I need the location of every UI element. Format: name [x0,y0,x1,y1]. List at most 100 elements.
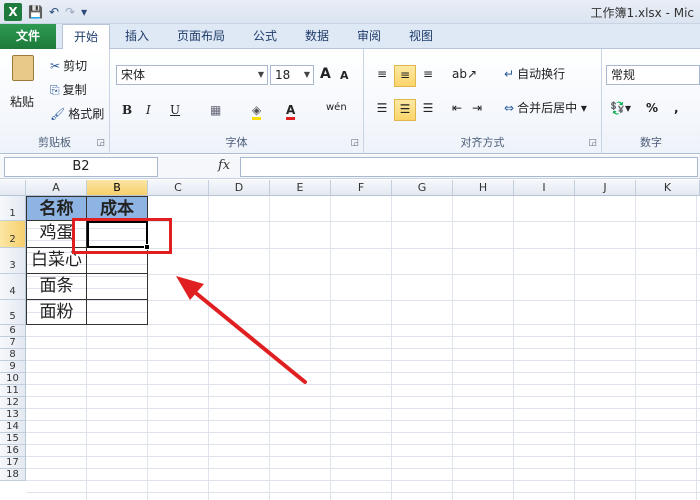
font-name-combo[interactable]: 宋体 ▼ [116,65,268,85]
column-header-j[interactable]: J [575,180,636,196]
tab-file[interactable]: 文件 [0,24,56,49]
merge-center-button[interactable]: ⇔ 合并后居中 ▾ [504,99,587,117]
fill-color-button[interactable]: ◈ [252,101,262,120]
column-header-g[interactable]: G [392,180,453,196]
column-header-f[interactable]: F [331,180,392,196]
copy-icon: ⎘ [50,83,60,97]
row-header[interactable]: 14 [0,421,26,433]
align-top-icon[interactable]: ≡ [372,65,392,85]
row-header[interactable]: 6 [0,325,26,337]
grow-font-button[interactable]: A [320,65,331,83]
clipboard-group-label: 剪贴板 [38,136,71,149]
fill-bucket-icon: ◈ [252,103,262,120]
formula-input[interactable] [240,157,698,177]
align-bottom-icon[interactable]: ≡ [418,65,438,85]
increase-indent-icon[interactable]: ⇥ [472,99,482,117]
redo-icon[interactable]: ↷ [65,3,75,21]
wrap-text-icon: ↵ [504,67,515,81]
cut-button[interactable]: ✂ 剪切 [50,57,87,75]
alignment-launcher-icon[interactable]: ◲ [588,138,597,148]
row-header[interactable]: 3 [0,248,26,274]
column-header-h[interactable]: H [453,180,514,196]
column-header-d[interactable]: D [209,180,270,196]
align-left-icon[interactable]: ☰ [372,99,392,119]
row-header[interactable]: 4 [0,274,26,300]
column-header-e[interactable]: E [270,180,331,196]
currency-icon[interactable]: 💱▾ [610,99,631,117]
cell-b4[interactable] [87,274,148,300]
row-header[interactable]: 1 [0,196,26,221]
row-header[interactable]: 15 [0,433,26,445]
row-lines [148,248,700,249]
name-box[interactable]: B2 [4,157,158,177]
bold-button[interactable]: B [122,101,132,119]
borders-icon[interactable]: ▦ [210,101,221,119]
undo-icon[interactable]: ↶ [49,3,59,21]
insert-function-icon[interactable]: fx [218,158,230,173]
chevron-down-icon: ▼ [303,70,310,79]
column-header-c[interactable]: C [148,180,209,196]
row-header[interactable]: 9 [0,361,26,373]
row-header[interactable]: 2 [0,221,26,248]
align-center-icon[interactable]: ☰ [394,99,416,121]
scissors-icon: ✂ [50,59,61,73]
align-right-icon[interactable]: ☰ [418,99,438,119]
quick-access-toolbar: 💾 ↶ ↷ ▾ [28,3,87,21]
paste-button[interactable] [8,55,38,91]
excel-app-icon[interactable]: X [4,3,22,21]
row-header[interactable]: 11 [0,385,26,397]
tab-page-layout[interactable]: 页面布局 [168,24,234,49]
number-format-combo[interactable]: 常规 [606,65,700,85]
chevron-down-icon: ▼ [257,70,264,79]
column-header-i[interactable]: I [514,180,575,196]
underline-button[interactable]: U [170,101,180,119]
ribbon-home: 粘贴 ✂ 剪切 ⎘ 复制 🖌 格式刷 剪贴板 ◲ 宋体 ▼ 18 ▼ A A B I U … [0,49,700,154]
italic-button[interactable]: I [146,101,151,119]
shrink-font-button[interactable]: A [340,67,349,85]
tab-view[interactable]: 视图 [400,24,442,49]
decrease-indent-icon[interactable]: ⇤ [452,99,462,117]
row-header[interactable]: 16 [0,445,26,457]
row-header[interactable]: 8 [0,349,26,361]
title-bar: X 💾 ↶ ↷ ▾ 工作簿1.xlsx - Mic [0,0,700,24]
tab-review[interactable]: 审阅 [348,24,390,49]
percent-button[interactable]: % [646,99,658,117]
cell-a4[interactable]: 面条 [26,274,87,300]
copy-button[interactable]: ⎘ 复制 [50,81,87,99]
tab-home[interactable]: 开始 [62,24,110,50]
row-header[interactable]: 13 [0,409,26,421]
row-lines [148,300,700,301]
select-all-corner[interactable] [0,180,26,196]
cut-label: 剪切 [63,59,88,73]
wrap-text-button[interactable]: ↵ 自动换行 [504,65,565,83]
tab-formulas[interactable]: 公式 [244,24,286,49]
row-header[interactable]: 5 [0,300,26,325]
customize-qat-icon[interactable]: ▾ [81,3,87,21]
font-color-button[interactable]: A [286,101,296,120]
clipboard-launcher-icon[interactable]: ◲ [96,138,105,148]
row-header[interactable]: 12 [0,397,26,409]
row-header[interactable]: 7 [0,337,26,349]
tab-insert[interactable]: 插入 [114,24,160,49]
phonetic-button[interactable]: wén [326,99,347,117]
column-header-b[interactable]: B [87,180,148,196]
cell-a5[interactable]: 面粉 [26,300,87,325]
orientation-icon[interactable]: ab↗ [452,65,477,83]
column-header-k[interactable]: K [636,180,700,196]
row-header[interactable]: 18 [0,469,26,481]
align-middle-icon[interactable]: ≡ [394,65,416,87]
comma-button[interactable]: , [674,99,679,117]
save-icon[interactable]: 💾 [28,3,43,21]
tab-data[interactable]: 数据 [296,24,338,49]
row-header[interactable]: 17 [0,457,26,469]
column-header-a[interactable]: A [26,180,87,196]
row-lines [148,274,700,275]
alignment-group: ≡ ≡ ≡ ab↗ ☰ ☰ ☰ ⇤ ⇥ ↵ 自动换行 ⇔ 合并后居中 ▾ 对齐方式 … [364,49,602,154]
format-painter-button[interactable]: 🖌 格式刷 [50,105,104,123]
paste-label[interactable]: 粘贴 [10,93,34,111]
font-launcher-icon[interactable]: ◲ [350,138,359,148]
cell-b5[interactable] [87,300,148,325]
font-size-combo[interactable]: 18 ▼ [270,65,314,85]
row-header[interactable]: 10 [0,373,26,385]
font-group-label: 字体 [225,136,248,149]
